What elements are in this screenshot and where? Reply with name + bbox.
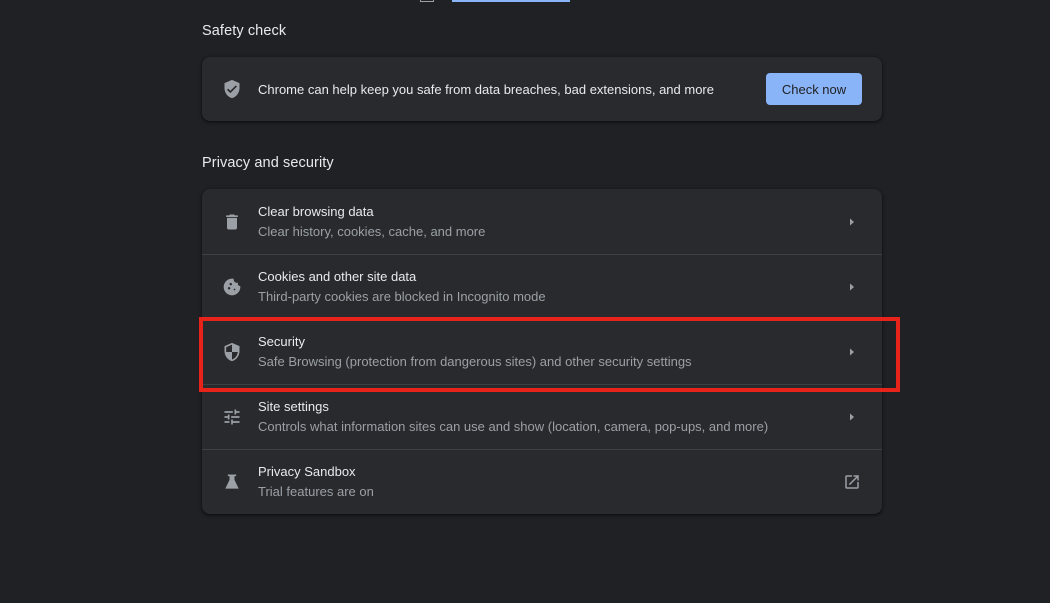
check-now-button[interactable]: Check now: [766, 73, 862, 105]
safety-check-description: Chrome can help keep you safe from data …: [258, 81, 714, 97]
row-site-settings[interactable]: Site settings Controls what information …: [202, 384, 882, 449]
cut-off-link[interactable]: [452, 0, 570, 2]
chevron-right-icon: [842, 342, 862, 362]
cut-off-icon: [420, 0, 434, 2]
chevron-right-icon: [842, 212, 862, 232]
row-title: Cookies and other site data: [258, 269, 417, 284]
flask-icon: [222, 472, 242, 492]
external-link-icon[interactable]: [842, 472, 862, 492]
trash-icon: [222, 212, 242, 232]
tune-icon: [222, 407, 242, 427]
safety-check-heading: Safety check: [202, 23, 287, 39]
row-title: Site settings: [258, 399, 329, 414]
row-security[interactable]: Security Safe Browsing (protection from …: [202, 319, 882, 384]
row-subtitle: Safe Browsing (protection from dangerous…: [258, 354, 692, 369]
row-subtitle: Third-party cookies are blocked in Incog…: [258, 289, 546, 304]
chevron-right-icon: [842, 407, 862, 427]
row-title: Security: [258, 334, 305, 349]
row-clear-browsing-data[interactable]: Clear browsing data Clear history, cooki…: [202, 189, 882, 254]
settings-page: Safety check Chrome can help keep you sa…: [0, 0, 1050, 603]
safety-check-card: Chrome can help keep you safe from data …: [202, 57, 882, 121]
row-title: Clear browsing data: [258, 203, 374, 219]
row-privacy-sandbox[interactable]: Privacy Sandbox Trial features are on: [202, 449, 882, 514]
cookie-icon: [222, 277, 242, 297]
chevron-right-icon: [842, 277, 862, 297]
shield-icon: [222, 342, 242, 362]
shield-check-icon: [222, 79, 242, 99]
privacy-security-card: Clear browsing data Clear history, cooki…: [202, 189, 882, 514]
row-subtitle: Clear history, cookies, cache, and more: [258, 223, 486, 239]
row-title: Privacy Sandbox: [258, 464, 356, 479]
privacy-security-heading: Privacy and security: [202, 155, 334, 171]
row-subtitle: Controls what information sites can use …: [258, 419, 769, 434]
row-cookies[interactable]: Cookies and other site data Third-party …: [202, 254, 882, 319]
cut-off-top-content: [420, 0, 570, 4]
row-subtitle: Trial features are on: [258, 484, 374, 499]
